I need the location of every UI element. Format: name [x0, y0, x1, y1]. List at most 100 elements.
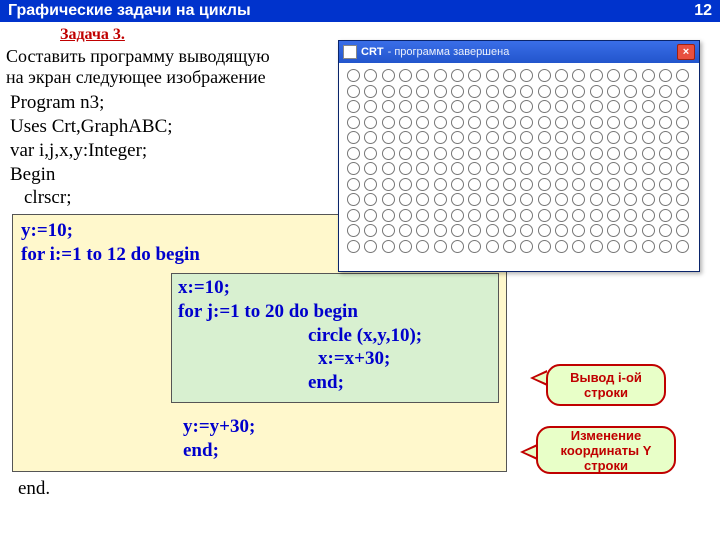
circle	[572, 100, 585, 113]
circle	[434, 116, 447, 129]
app-icon	[343, 45, 357, 59]
circle	[503, 147, 516, 160]
circle	[486, 240, 499, 253]
circle	[416, 69, 429, 82]
circle	[659, 85, 672, 98]
circle	[520, 162, 533, 175]
circle	[347, 147, 360, 160]
circle	[451, 162, 464, 175]
circle	[538, 240, 551, 253]
circle	[347, 178, 360, 191]
circle	[520, 100, 533, 113]
circle	[451, 131, 464, 144]
circle	[607, 193, 620, 206]
circle	[538, 131, 551, 144]
window-titlebar[interactable]: CRT - программа завершена ×	[339, 41, 699, 63]
circle	[624, 162, 637, 175]
circle	[624, 131, 637, 144]
circle	[364, 240, 377, 253]
circle	[486, 193, 499, 206]
circle	[451, 116, 464, 129]
circle	[416, 131, 429, 144]
circle	[642, 193, 655, 206]
circle	[555, 147, 568, 160]
window-status: - программа завершена	[388, 46, 673, 58]
circle	[486, 224, 499, 237]
circle	[503, 116, 516, 129]
circle	[624, 178, 637, 191]
code-line: circle (x,y,10);	[178, 324, 492, 348]
circle	[468, 69, 481, 82]
circle	[347, 162, 360, 175]
circle	[382, 85, 395, 98]
circle	[607, 85, 620, 98]
circle	[486, 209, 499, 222]
task-description: Составить программу выводящую на экран с…	[6, 46, 346, 87]
circle	[572, 69, 585, 82]
circle	[590, 209, 603, 222]
circle	[555, 193, 568, 206]
circle	[347, 224, 360, 237]
circle	[659, 131, 672, 144]
circle	[520, 193, 533, 206]
callout-y-change: Изменение координаты Y строки	[536, 426, 676, 474]
outer-after: y:=y+30; end;	[183, 415, 255, 463]
circle	[642, 131, 655, 144]
circle	[364, 85, 377, 98]
circle	[572, 178, 585, 191]
circle	[555, 116, 568, 129]
circle	[538, 69, 551, 82]
circle	[538, 193, 551, 206]
circle	[382, 162, 395, 175]
circle	[416, 116, 429, 129]
circle	[399, 116, 412, 129]
circle	[676, 209, 689, 222]
circle	[659, 69, 672, 82]
circle	[382, 147, 395, 160]
circle	[434, 147, 447, 160]
circle	[555, 69, 568, 82]
circle	[451, 69, 464, 82]
circle	[659, 209, 672, 222]
header-page: 12	[694, 2, 712, 20]
code-line: end;	[178, 371, 492, 395]
circle	[434, 193, 447, 206]
circle	[520, 131, 533, 144]
circle	[607, 147, 620, 160]
circle	[555, 131, 568, 144]
circle	[451, 224, 464, 237]
code-line: y:=y+30;	[183, 415, 255, 439]
circle	[520, 147, 533, 160]
circle	[624, 85, 637, 98]
window-title: CRT	[361, 46, 384, 58]
circle	[607, 162, 620, 175]
circle	[416, 178, 429, 191]
circle	[364, 116, 377, 129]
circle	[520, 224, 533, 237]
close-button[interactable]: ×	[677, 44, 695, 60]
circle	[364, 224, 377, 237]
circle	[434, 240, 447, 253]
circle	[382, 116, 395, 129]
circle	[382, 209, 395, 222]
circle	[503, 240, 516, 253]
circle	[659, 178, 672, 191]
circle	[624, 69, 637, 82]
circle	[520, 69, 533, 82]
circle	[607, 100, 620, 113]
circle	[676, 162, 689, 175]
circle	[572, 85, 585, 98]
circle	[434, 69, 447, 82]
circle	[590, 162, 603, 175]
circle	[572, 162, 585, 175]
circle	[607, 131, 620, 144]
circle	[538, 162, 551, 175]
circle	[607, 224, 620, 237]
circle	[607, 240, 620, 253]
circle	[451, 178, 464, 191]
circle	[399, 209, 412, 222]
code-line: for j:=1 to 20 do begin	[178, 300, 492, 324]
circle	[590, 224, 603, 237]
circle	[468, 193, 481, 206]
circle	[676, 69, 689, 82]
